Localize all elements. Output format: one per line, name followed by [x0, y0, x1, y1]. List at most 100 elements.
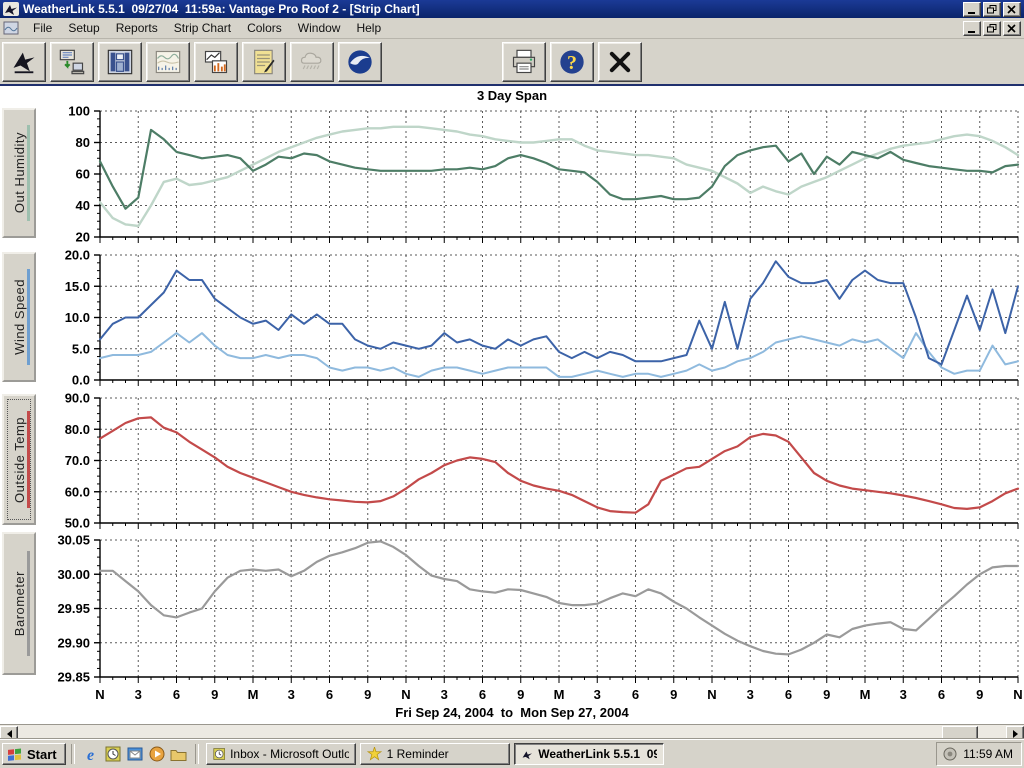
- svg-text:N: N: [95, 687, 104, 702]
- svg-text:29.90: 29.90: [57, 635, 90, 650]
- svg-text:9: 9: [364, 687, 371, 702]
- tray-volume-icon[interactable]: [943, 747, 957, 761]
- menu-file[interactable]: File: [25, 19, 60, 37]
- menu-window[interactable]: Window: [290, 19, 349, 37]
- menu-strip-chart[interactable]: Strip Chart: [166, 19, 239, 37]
- weathervane-logo-button[interactable]: [2, 42, 46, 82]
- folder-icon[interactable]: [169, 744, 189, 764]
- help-icon: ?: [557, 48, 587, 76]
- svg-text:3: 3: [747, 687, 754, 702]
- svg-text:29.85: 29.85: [57, 670, 90, 685]
- svg-text:N: N: [401, 687, 410, 702]
- console-bulletin-button[interactable]: [98, 42, 142, 82]
- svg-text:40: 40: [76, 198, 90, 213]
- system-tray: 11:59 AM: [936, 742, 1022, 766]
- svg-text:30.05: 30.05: [57, 533, 90, 548]
- outlook-express-icon[interactable]: [125, 744, 145, 764]
- windows-flag-icon: [7, 747, 23, 761]
- svg-text:3: 3: [441, 687, 448, 702]
- cloud-rain-icon: [297, 48, 327, 76]
- internet-explorer-icon[interactable]: e: [81, 744, 101, 764]
- help-button[interactable]: ?: [550, 42, 594, 82]
- mdi-restore-icon[interactable]: [983, 21, 1001, 36]
- close-chart-button[interactable]: [598, 42, 642, 82]
- date-range-label: Fri Sep 24, 2004 to Mon Sep 27, 2004: [0, 705, 1024, 720]
- restore-icon[interactable]: [983, 2, 1001, 17]
- download-icon: [57, 48, 87, 76]
- task-label: Inbox - Microsoft Outlook: [230, 747, 349, 761]
- svg-text:6: 6: [173, 687, 180, 702]
- svg-text:M: M: [554, 687, 565, 702]
- svg-text:10.0: 10.0: [65, 310, 90, 325]
- strip-chart-button[interactable]: [146, 42, 190, 82]
- svg-text:60: 60: [76, 167, 90, 182]
- chart-window-icon[interactable]: [3, 21, 19, 35]
- notes-button[interactable]: [242, 42, 286, 82]
- svg-text:6: 6: [785, 687, 792, 702]
- svg-text:80.0: 80.0: [65, 422, 90, 437]
- svg-text:9: 9: [211, 687, 218, 702]
- window-title: WeatherLink 5.5.1 09/27/04 11:59a: Vanta…: [23, 0, 963, 18]
- strip-chart-area: 3 Day Span Out Humidity Wind Speed Outsi…: [0, 86, 1024, 740]
- svg-text:9: 9: [670, 687, 677, 702]
- download-button[interactable]: [50, 42, 94, 82]
- svg-text:90.0: 90.0: [65, 391, 90, 406]
- print-icon: [509, 48, 539, 76]
- left-arrow-icon: [3, 730, 12, 738]
- task-label: 1 Reminder: [387, 747, 449, 761]
- media-player-icon[interactable]: [147, 744, 167, 764]
- print-button[interactable]: [502, 42, 546, 82]
- weatherlink-task-icon: [521, 748, 534, 761]
- task-button-weatherlink[interactable]: WeatherLink 5.5.1 09...: [514, 743, 664, 765]
- menu-help[interactable]: Help: [348, 19, 389, 37]
- taskbar: Start e Inbox - Microsoft Outlook 1 Remi…: [0, 739, 1024, 768]
- mdi-minimize-icon[interactable]: [963, 21, 981, 36]
- task-label: WeatherLink 5.5.1 09...: [538, 747, 656, 761]
- svg-text:9: 9: [517, 687, 524, 702]
- svg-text:e: e: [87, 746, 94, 762]
- strip-chart-icon: [153, 48, 183, 76]
- horizontal-scrollbar[interactable]: [0, 724, 1024, 740]
- plot-reports-button[interactable]: [194, 42, 238, 82]
- start-label: Start: [27, 747, 57, 762]
- menu-colors[interactable]: Colors: [239, 19, 290, 37]
- svg-text:6: 6: [326, 687, 333, 702]
- menu-bar: File Setup Reports Strip Chart Colors Wi…: [0, 18, 1024, 39]
- notes-icon: [249, 48, 279, 76]
- svg-text:9: 9: [823, 687, 830, 702]
- svg-text:100: 100: [68, 104, 90, 119]
- weathervane-icon: [9, 48, 39, 76]
- close-x-icon: [605, 48, 635, 76]
- plots-canvas: 1008060402020.015.010.05.00.090.080.070.…: [0, 86, 1024, 702]
- svg-text:30.00: 30.00: [57, 567, 90, 582]
- app-icon[interactable]: [3, 2, 19, 16]
- svg-text:6: 6: [938, 687, 945, 702]
- mdi-close-icon[interactable]: [1003, 21, 1021, 36]
- weather-cloud-button[interactable]: [290, 42, 334, 82]
- outlook-icon[interactable]: [103, 744, 123, 764]
- svg-text:0.0: 0.0: [72, 373, 90, 388]
- minimize-icon[interactable]: [963, 2, 981, 17]
- svg-text:?: ?: [567, 52, 577, 74]
- svg-text:20: 20: [76, 230, 90, 245]
- taskbar-clock: 11:59 AM: [963, 747, 1013, 761]
- svg-text:29.95: 29.95: [57, 601, 90, 616]
- mdi-window-controls: [963, 21, 1021, 36]
- noaa-button[interactable]: [338, 42, 382, 82]
- svg-text:6: 6: [479, 687, 486, 702]
- toolbar: ?: [0, 39, 1024, 84]
- svg-text:15.0: 15.0: [65, 279, 90, 294]
- svg-text:20.0: 20.0: [65, 248, 90, 263]
- svg-text:M: M: [860, 687, 871, 702]
- task-button-reminder[interactable]: 1 Reminder: [360, 743, 510, 765]
- start-button[interactable]: Start: [2, 743, 66, 765]
- svg-text:3: 3: [594, 687, 601, 702]
- console-icon: [105, 48, 135, 76]
- svg-text:50.0: 50.0: [65, 516, 90, 531]
- close-icon[interactable]: [1003, 2, 1021, 17]
- menu-setup[interactable]: Setup: [60, 19, 107, 37]
- task-button-outlook-inbox[interactable]: Inbox - Microsoft Outlook: [206, 743, 356, 765]
- svg-text:60.0: 60.0: [65, 484, 90, 499]
- menu-reports[interactable]: Reports: [108, 19, 166, 37]
- svg-text:N: N: [707, 687, 716, 702]
